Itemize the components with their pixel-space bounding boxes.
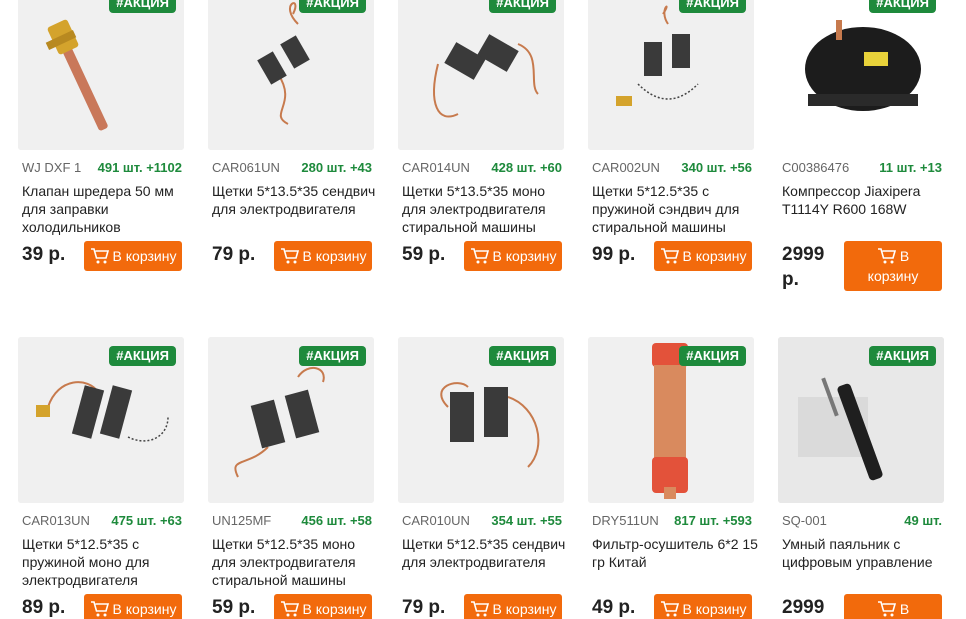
product-sku: CAR013UN bbox=[22, 513, 90, 528]
cart-icon bbox=[660, 601, 679, 617]
add-to-cart-label: В корзину bbox=[302, 248, 367, 264]
add-to-cart-label: В корзину bbox=[682, 601, 747, 617]
product-price: 59 р. bbox=[212, 597, 256, 618]
product-price: 79 р. bbox=[212, 244, 256, 265]
product-image[interactable]: #АКЦИЯ bbox=[208, 0, 374, 150]
promo-badge: #АКЦИЯ bbox=[489, 0, 556, 13]
cart-icon bbox=[660, 248, 679, 264]
product-image[interactable]: #АКЦИЯ bbox=[18, 337, 184, 503]
product-sku: SQ-001 bbox=[782, 513, 827, 528]
product-name[interactable]: Щетки 5*13.5*35 сендвич для электродвига… bbox=[212, 182, 378, 236]
add-to-cart-button[interactable]: В корзину bbox=[84, 594, 182, 619]
product-price: 59 р. bbox=[402, 244, 446, 265]
product-price: 2999 р. bbox=[782, 244, 825, 290]
product-image[interactable]: #АКЦИЯ bbox=[778, 337, 944, 503]
add-to-cart-label: В корзину bbox=[112, 248, 177, 264]
product-sku: CAR014UN bbox=[402, 160, 470, 175]
cart-icon bbox=[470, 601, 489, 617]
add-to-cart-button[interactable]: В корзину bbox=[654, 241, 752, 271]
cart-icon bbox=[90, 248, 109, 264]
product-name[interactable]: Клапан шредера 50 мм для заправки холоди… bbox=[22, 182, 188, 236]
add-to-cart-label-line1: В bbox=[899, 248, 910, 264]
product-image[interactable]: #АКЦИЯ bbox=[588, 0, 754, 150]
product-name[interactable]: Щетки 5*12.5*35 с пружиной моно для элек… bbox=[22, 535, 188, 589]
product-price: 99 р. bbox=[592, 244, 636, 265]
product-name[interactable]: Щетки 5*13.5*35 моно для электродвигател… bbox=[402, 182, 568, 236]
promo-badge: #АКЦИЯ bbox=[679, 0, 746, 13]
product-stock: 354 шт. +55 bbox=[491, 513, 562, 528]
add-to-cart-button[interactable]: В корзину bbox=[274, 241, 372, 271]
product-stock: 428 шт. +60 bbox=[491, 160, 562, 175]
promo-badge: #АКЦИЯ bbox=[299, 0, 366, 13]
product-price: 79 р. bbox=[402, 597, 446, 618]
product-stock: 49 шт. bbox=[904, 513, 942, 528]
add-to-cart-label-line1: В bbox=[899, 601, 910, 617]
product-price: 89 р. bbox=[22, 597, 66, 618]
product-stock: 340 шт. +56 bbox=[681, 160, 752, 175]
cart-icon bbox=[877, 248, 896, 264]
product-stock: 456 шт. +58 bbox=[301, 513, 372, 528]
motor-brushes-image bbox=[398, 0, 564, 150]
product-price: 2999 bbox=[782, 597, 825, 618]
promo-badge: #АКЦИЯ bbox=[679, 346, 746, 366]
product-image[interactable]: #АКЦИЯ bbox=[18, 0, 184, 150]
schrader-valve-image bbox=[18, 0, 184, 150]
add-to-cart-button[interactable]: В корзину bbox=[844, 241, 942, 291]
compressor-image bbox=[778, 0, 944, 150]
product-image[interactable]: #АКЦИЯ bbox=[208, 337, 374, 503]
product-name[interactable]: Фильтр-осушитель 6*2 15 гр Китай bbox=[592, 535, 758, 589]
product-name[interactable]: Умный паяльник с цифровым управление bbox=[782, 535, 948, 589]
product-sku: CAR010UN bbox=[402, 513, 470, 528]
product-stock: 280 шт. +43 bbox=[301, 160, 372, 175]
cart-icon bbox=[470, 248, 489, 264]
motor-brushes-image bbox=[208, 0, 374, 150]
add-to-cart-label: В корзину bbox=[492, 601, 557, 617]
product-name[interactable]: Щетки 5*12.5*35 с пружиной сэндвич для с… bbox=[592, 182, 758, 236]
product-sku: CAR061UN bbox=[212, 160, 280, 175]
add-to-cart-button[interactable]: В корзину bbox=[464, 241, 562, 271]
promo-badge: #АКЦИЯ bbox=[109, 0, 176, 13]
add-to-cart-button[interactable]: В корзину bbox=[844, 594, 942, 619]
add-to-cart-label: В корзину bbox=[492, 248, 557, 264]
add-to-cart-label: В корзину bbox=[682, 248, 747, 264]
add-to-cart-label: В корзину bbox=[302, 601, 367, 617]
promo-badge: #АКЦИЯ bbox=[489, 346, 556, 366]
add-to-cart-button[interactable]: В корзину bbox=[84, 241, 182, 271]
cart-icon bbox=[280, 248, 299, 264]
add-to-cart-label: В корзину bbox=[112, 601, 177, 617]
product-sku: WJ DXF 1 bbox=[22, 160, 82, 175]
product-name[interactable]: Щетки 5*12.5*35 моно для электродвигател… bbox=[212, 535, 378, 589]
product-stock: 817 шт. +593 bbox=[674, 513, 752, 528]
product-sku: DRY511UN bbox=[592, 513, 659, 528]
promo-badge: #АКЦИЯ bbox=[869, 0, 936, 13]
product-image[interactable]: #АКЦИЯ bbox=[778, 0, 944, 150]
cart-icon bbox=[280, 601, 299, 617]
product-sku: C00386476 bbox=[782, 160, 850, 175]
motor-brushes-spring-image bbox=[588, 0, 754, 150]
promo-badge: #АКЦИЯ bbox=[869, 346, 936, 366]
product-stock: 491 шт. +1102 bbox=[97, 160, 182, 175]
product-stock: 475 шт. +63 bbox=[111, 513, 182, 528]
product-name[interactable]: Компрессор Jiaxipera T1114Y R600 168W bbox=[782, 182, 948, 236]
product-sku: UN125MF bbox=[212, 513, 272, 528]
promo-badge: #АКЦИЯ bbox=[299, 346, 366, 366]
add-to-cart-button[interactable]: В корзину bbox=[464, 594, 562, 619]
product-price: 39 р. bbox=[22, 244, 66, 265]
product-image[interactable]: #АКЦИЯ bbox=[398, 337, 564, 503]
product-price: 49 р. bbox=[592, 597, 636, 618]
add-to-cart-button[interactable]: В корзину bbox=[654, 594, 752, 619]
product-image[interactable]: #АКЦИЯ bbox=[588, 337, 754, 503]
product-image[interactable]: #АКЦИЯ bbox=[398, 0, 564, 150]
product-stock: 11 шт. +13 bbox=[879, 160, 942, 175]
promo-badge: #АКЦИЯ bbox=[109, 346, 176, 366]
product-sku: CAR002UN bbox=[592, 160, 660, 175]
add-to-cart-button[interactable]: В корзину bbox=[274, 594, 372, 619]
add-to-cart-label-line2: корзину bbox=[867, 268, 919, 284]
cart-icon bbox=[877, 601, 896, 617]
product-name[interactable]: Щетки 5*12.5*35 сендвич для электродвига… bbox=[402, 535, 568, 589]
cart-icon bbox=[90, 601, 109, 617]
